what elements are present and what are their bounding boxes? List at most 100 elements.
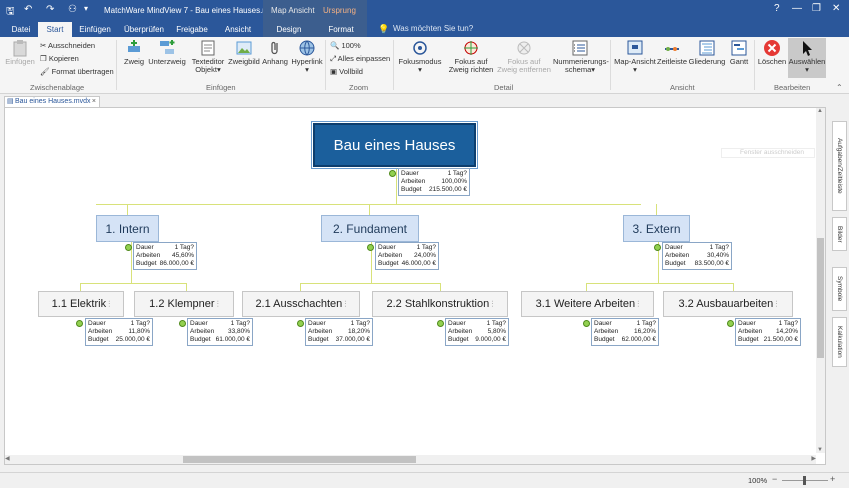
expand-marker[interactable] — [297, 320, 304, 327]
horizontal-scroll-thumb[interactable] — [183, 456, 416, 463]
expand-marker[interactable] — [367, 244, 374, 251]
minimize-button[interactable]: — — [792, 3, 802, 14]
tab-format[interactable]: Format — [315, 22, 367, 37]
format-painter-button[interactable]: 🖌 Format übertragen — [40, 67, 114, 76]
paperclip-icon[interactable]: ⫶ — [217, 299, 219, 310]
root-topic[interactable]: Bau eines Hauses — [311, 121, 478, 169]
tab-ansicht[interactable]: Ansicht — [214, 22, 262, 37]
paste-button[interactable]: Einfügen — [4, 39, 36, 66]
sidebar-tab-bilder[interactable]: Bilder — [832, 217, 847, 251]
anhang-button[interactable]: Anhang — [261, 39, 289, 66]
label-arbeiten: Arbeiten — [738, 328, 763, 335]
restore-button[interactable]: ❐ — [812, 3, 821, 14]
expand-marker[interactable] — [389, 170, 396, 177]
tab-freigabe[interactable]: Freigabe — [172, 22, 212, 37]
zweig-button[interactable]: Zweig — [121, 39, 147, 66]
label-dauer: Dauer — [136, 244, 154, 251]
subbranch-info-box: Dauer 1 Tag? Arbeiten 33,80% Budget 61.000,… — [187, 318, 253, 346]
expand-marker[interactable] — [76, 320, 83, 327]
cut-button[interactable]: ✂ Ausschneiden — [40, 41, 95, 50]
paperclip-icon[interactable]: ⫶ — [775, 299, 777, 310]
fullscreen-icon: ▣ — [330, 67, 340, 76]
expand-marker[interactable] — [654, 244, 661, 251]
fokusmodus-button[interactable]: Fokusmodus ▾ — [398, 39, 442, 74]
tab-start[interactable]: Start — [38, 22, 72, 37]
tell-me-input[interactable]: Was möchten Sie tun? — [393, 24, 473, 33]
horizontal-scrollbar[interactable]: ◀ ▶ — [5, 455, 816, 464]
zoom-out-icon[interactable]: − — [772, 474, 777, 484]
tab-design[interactable]: Design — [263, 22, 315, 37]
fit-all-button[interactable]: ⤢ Alles einpassen — [330, 54, 390, 64]
hyperlink-button[interactable]: Hyperlink ▾ — [290, 39, 324, 74]
expand-marker[interactable] — [125, 244, 132, 251]
branch-topic[interactable]: 2. Fundament — [321, 215, 419, 242]
paperclip-icon[interactable]: ⫶ — [108, 299, 110, 310]
tab-ueberpruefen[interactable]: Überprüfen — [118, 22, 170, 37]
subbranch-topic[interactable]: 1.1 Elektrik ⫶ — [38, 291, 124, 317]
user-icon[interactable]: ⚇ — [68, 4, 77, 15]
gantt-button[interactable]: Gantt — [727, 39, 751, 66]
branch-topic[interactable]: 3. Extern — [623, 215, 690, 242]
numbering-scheme-button[interactable]: Nummerierungs-schema▾ — [553, 39, 609, 74]
document-tab[interactable]: ▤ Bau eines Hauses.mvdx × — [4, 96, 100, 107]
help-icon[interactable]: ? — [774, 3, 780, 14]
sidebar-tab-kalkulation[interactable]: Kalkulation — [832, 317, 847, 367]
sidebar-tab-aufgaben[interactable]: Aufgaben/Zeitleiste — [832, 121, 847, 211]
outline-button[interactable]: Gliederung — [688, 39, 726, 66]
map-view-button[interactable]: Map-Ansicht ▾ — [613, 39, 657, 74]
subbranch-topic[interactable]: 3.2 Ausbauarbeiten ⫶ — [663, 291, 793, 317]
branch-topic[interactable]: 1. Intern — [96, 215, 159, 242]
texteditor-button[interactable]: Texteditor Objekt▾ — [190, 39, 226, 74]
scroll-down-icon[interactable]: ▼ — [817, 447, 823, 453]
vertical-scrollbar[interactable]: ▲ ▼ — [816, 108, 825, 453]
select-button[interactable]: Auswählen ▾ — [788, 38, 826, 78]
subbranch-topic[interactable]: 1.2 Klempner ⫶ — [134, 291, 234, 317]
label-dauer: Dauer — [401, 170, 419, 177]
close-button[interactable]: ✕ — [832, 3, 840, 14]
expand-marker[interactable] — [727, 320, 734, 327]
undo-icon[interactable]: ↶ — [24, 4, 32, 15]
scroll-right-icon[interactable]: ▶ — [811, 455, 816, 462]
focus-branch-button[interactable]: Fokus auf Zweig richten — [446, 39, 496, 74]
tab-einfuegen[interactable]: Einfügen — [74, 22, 116, 37]
zweigbild-button[interactable]: Zweigbild — [228, 39, 260, 66]
connector-line — [300, 283, 440, 284]
redo-icon[interactable]: ↷ — [46, 4, 54, 15]
copy-button[interactable]: ❐ Kopieren — [40, 54, 79, 63]
fullscreen-button[interactable]: ▣ Vollbild — [330, 67, 363, 76]
tab-datei[interactable]: Datei — [6, 22, 36, 37]
paperclip-icon[interactable]: ⫶ — [491, 299, 493, 310]
vertical-scroll-thumb[interactable] — [817, 238, 824, 358]
collapse-ribbon-icon[interactable]: ⌃ — [836, 83, 843, 92]
zoom-100-button[interactable]: 🔍 100% — [330, 41, 361, 50]
value-budget: 215.500,00 € — [429, 186, 467, 193]
customize-quick-access-icon[interactable]: ▾ — [84, 4, 88, 13]
remove-focus-button[interactable]: Fokus auf Zweig entfernen — [497, 39, 551, 74]
scroll-left-icon[interactable]: ◀ — [5, 455, 10, 462]
timeline-button[interactable]: Zeitleiste — [657, 39, 687, 66]
ribbon-tab-row: Datei Start Einfügen Überprüfen Freigabe… — [0, 22, 849, 37]
label-budget: Budget — [378, 260, 399, 267]
subbranch-topic[interactable]: 2.1 Ausschachten ⫶ — [242, 291, 360, 317]
save-icon[interactable]: 🖫 — [6, 4, 15, 21]
subbranch-topic[interactable]: 2.2 Stahlkonstruktion ⫶ — [372, 291, 508, 317]
paperclip-icon[interactable]: ⫶ — [344, 299, 346, 310]
expand-marker[interactable] — [583, 320, 590, 327]
zweigbild-label: Zweigbild — [228, 57, 260, 66]
value-arbeiten: 24,00% — [413, 252, 436, 259]
scroll-up-icon[interactable]: ▲ — [817, 108, 823, 114]
expand-marker[interactable] — [179, 320, 186, 327]
connector-line — [186, 283, 187, 291]
delete-button[interactable]: Löschen — [757, 39, 787, 66]
sidebar-tab-symbole[interactable]: Symbole — [832, 267, 847, 311]
subbranch-topic[interactable]: 3.1 Weitere Arbeiten ⫶ — [521, 291, 654, 317]
mindmap-canvas[interactable]: Fenster ausschneiden Bau eines Hauses Da… — [4, 107, 826, 465]
close-tab-icon[interactable]: × — [92, 97, 96, 107]
unterzweig-button[interactable]: Unterzweig — [148, 39, 186, 66]
numbering-label-2: schema — [564, 65, 592, 74]
expand-marker[interactable] — [437, 320, 444, 327]
paperclip-icon[interactable]: ⫶ — [637, 299, 639, 310]
hyperlink-icon — [299, 40, 315, 56]
zoom-in-icon[interactable]: + — [830, 474, 835, 484]
zoom-slider-thumb[interactable] — [803, 476, 806, 485]
